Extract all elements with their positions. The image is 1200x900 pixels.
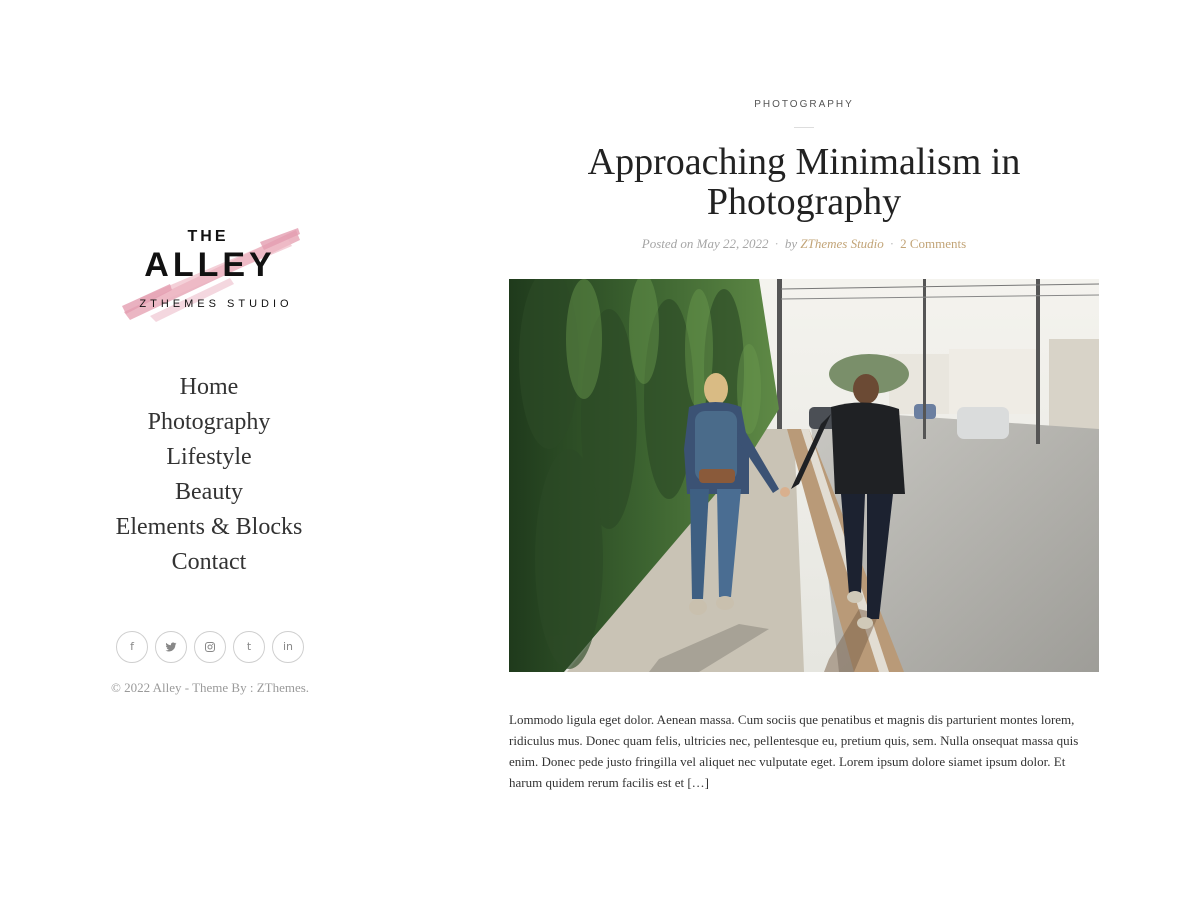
posted-prefix: Posted on xyxy=(641,236,694,251)
meta-separator: · xyxy=(889,236,895,251)
post-date[interactable]: May 22, 2022 xyxy=(697,236,769,251)
featured-photo-couple-walking xyxy=(509,279,1099,672)
menu-item-elements-blocks[interactable]: Elements & Blocks xyxy=(0,510,420,545)
site-logo[interactable]: THE ALLEY ZTHEMES STUDIO xyxy=(110,220,310,330)
menu-item-photography[interactable]: Photography xyxy=(0,405,420,440)
logo-subtitle: ZTHEMES STUDIO xyxy=(139,298,293,310)
post-meta: Posted on May 22, 2022 · by ZThemes Studio… xyxy=(509,236,1099,252)
facebook-link[interactable]: f xyxy=(116,631,148,663)
meta-separator: · xyxy=(774,236,779,251)
category-divider xyxy=(794,127,814,128)
menu-item-lifestyle[interactable]: Lifestyle xyxy=(0,440,420,475)
tumblr-link[interactable]: t xyxy=(233,631,265,663)
post-author[interactable]: ZThemes Studio xyxy=(800,236,883,251)
by-prefix: by xyxy=(784,236,798,251)
logo-title: ALLEY xyxy=(144,246,276,284)
menu-item-home[interactable]: Home xyxy=(0,370,420,405)
linkedin-icon: in xyxy=(282,640,294,653)
sidebar: THE ALLEY ZTHEMES STUDIO Home Photograph… xyxy=(0,0,420,900)
main-menu: Home Photography Lifestyle Beauty Elemen… xyxy=(0,370,420,580)
post-title[interactable]: Approaching Minimalism in Photography xyxy=(549,142,1059,222)
featured-image[interactable] xyxy=(509,279,1099,672)
copyright: © 2022 Alley - Theme By : ZThemes. xyxy=(110,680,310,695)
instagram-link[interactable] xyxy=(194,631,226,663)
logo-the: THE xyxy=(187,228,229,245)
facebook-icon: f xyxy=(130,640,134,653)
comments-link[interactable]: 2 Comments xyxy=(900,236,966,251)
menu-item-contact[interactable]: Contact xyxy=(0,545,420,580)
instagram-icon xyxy=(205,642,215,652)
post-excerpt: Lommodo ligula eget dolor. Aenean massa.… xyxy=(509,712,1079,790)
linkedin-link[interactable]: in xyxy=(272,631,304,663)
menu-item-beauty[interactable]: Beauty xyxy=(0,475,420,510)
post-category[interactable]: PHOTOGRAPHY xyxy=(509,99,1099,110)
social-links: f t in xyxy=(0,631,420,663)
twitter-icon xyxy=(165,642,177,652)
twitter-link[interactable] xyxy=(155,631,187,663)
tumblr-icon: t xyxy=(246,640,252,653)
